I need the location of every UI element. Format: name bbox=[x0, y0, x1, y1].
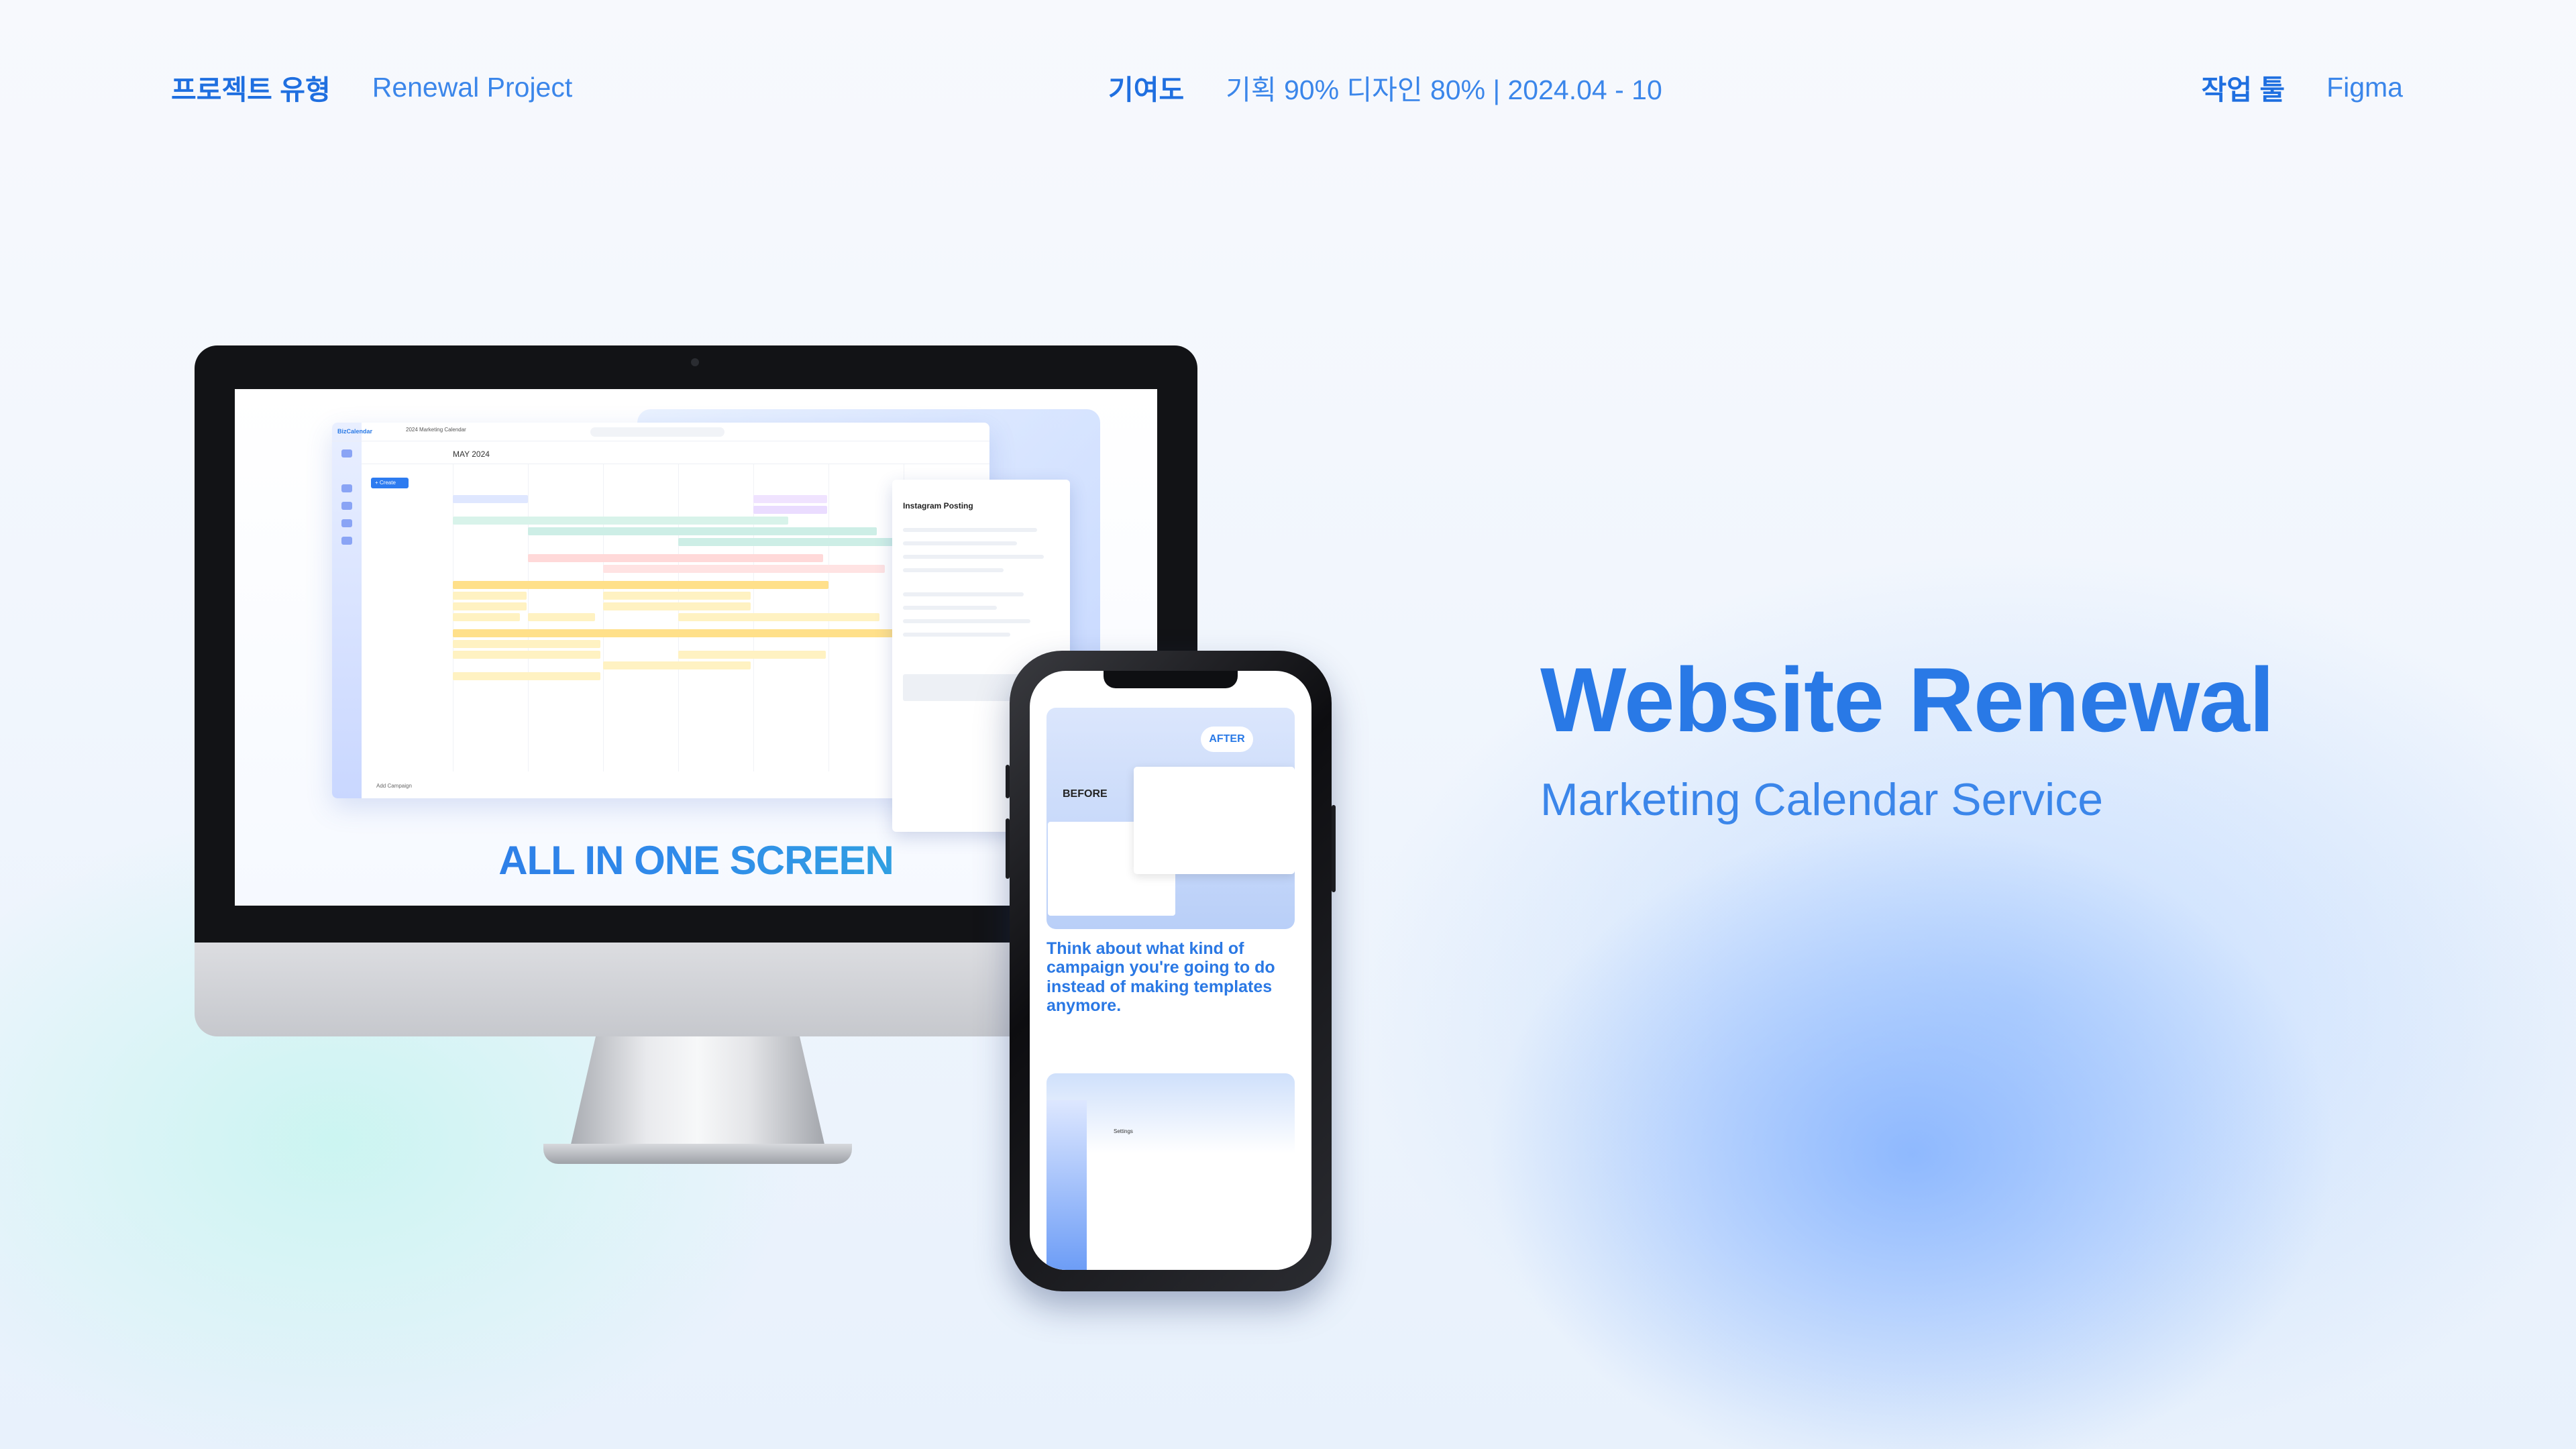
monitor-stand bbox=[570, 1036, 825, 1147]
event-bar[interactable] bbox=[453, 640, 600, 648]
event-bar[interactable] bbox=[603, 565, 885, 573]
event-bar[interactable] bbox=[603, 602, 751, 610]
phone-side-button bbox=[1332, 805, 1336, 892]
app-month-label: MAY 2024 bbox=[453, 449, 490, 459]
settings-sidebar bbox=[1046, 1100, 1087, 1270]
panel-title: Instagram Posting bbox=[903, 501, 973, 511]
hero-title: Website Renewal bbox=[1540, 649, 2275, 751]
event-bar[interactable] bbox=[453, 517, 788, 525]
event-bar[interactable] bbox=[603, 661, 751, 669]
panel-field bbox=[903, 633, 1010, 637]
project-type: 프로젝트 유형 Renewal Project bbox=[171, 67, 572, 107]
before-after-card: BEFORE AFTER bbox=[1046, 708, 1295, 929]
event-bar[interactable] bbox=[528, 613, 595, 621]
project-type-value: Renewal Project bbox=[372, 71, 573, 103]
event-bar[interactable] bbox=[453, 651, 600, 659]
before-label: BEFORE bbox=[1063, 788, 1108, 800]
event-bar[interactable] bbox=[528, 554, 823, 562]
folder-icon[interactable] bbox=[341, 502, 352, 510]
mobile-mockup: BEFORE AFTER Think about what kind of ca… bbox=[1006, 651, 1336, 1291]
panel-field bbox=[903, 528, 1037, 532]
panel-field bbox=[903, 541, 1017, 545]
event-bar[interactable] bbox=[453, 672, 600, 680]
after-badge: AFTER bbox=[1201, 727, 1253, 752]
event-bar[interactable] bbox=[678, 651, 826, 659]
contribution-label: 기여도 bbox=[1108, 74, 1185, 105]
event-bar[interactable] bbox=[753, 495, 827, 503]
event-bar[interactable] bbox=[453, 581, 828, 589]
event-bar[interactable] bbox=[453, 495, 528, 503]
panel-field bbox=[903, 555, 1044, 559]
app-page-title: 2024 Marketing Calendar bbox=[406, 427, 466, 433]
hero-subtitle: Marketing Calendar Service bbox=[1540, 774, 2104, 825]
mobile-screen: BEFORE AFTER Think about what kind of ca… bbox=[1030, 671, 1311, 1270]
panel-field bbox=[903, 619, 1030, 623]
event-bar[interactable] bbox=[603, 592, 751, 600]
panel-field bbox=[903, 568, 1004, 572]
hero: Website Renewal Marketing Calendar Servi… bbox=[1540, 649, 2275, 826]
settings-preview-card: Settings bbox=[1046, 1073, 1295, 1270]
phone-notch bbox=[1104, 671, 1238, 688]
event-bar[interactable] bbox=[678, 538, 920, 546]
panel-field bbox=[903, 606, 997, 610]
mobile-body-text: Think about what kind of campaign you're… bbox=[1046, 939, 1275, 1015]
phone-side-button bbox=[1006, 818, 1010, 879]
app-search-input[interactable] bbox=[590, 427, 724, 437]
event-bar[interactable] bbox=[453, 629, 922, 637]
app-brand: BizCalendar bbox=[337, 428, 373, 435]
app-topbar: BizCalendar 2024 Marketing Calendar bbox=[332, 423, 989, 441]
monitor-base bbox=[543, 1144, 852, 1164]
calendar-app: BizCalendar 2024 Marketing Calendar MAY … bbox=[332, 423, 989, 798]
settings-label: Settings bbox=[1114, 1128, 1133, 1134]
home-icon[interactable] bbox=[341, 449, 352, 458]
after-thumbnail bbox=[1134, 767, 1295, 874]
panel-field bbox=[903, 592, 1024, 596]
contribution: 기여도 기획 90% 디자인 80% | 2024.04 - 10 bbox=[1108, 67, 1662, 107]
work-tools: 작업 툴 Figma bbox=[2202, 67, 2403, 107]
chart-icon[interactable] bbox=[341, 519, 352, 527]
camera-dot bbox=[691, 358, 699, 366]
event-bar[interactable] bbox=[453, 613, 520, 621]
work-tools-value: Figma bbox=[2326, 71, 2403, 103]
event-bar[interactable] bbox=[453, 592, 527, 600]
calendar-icon[interactable] bbox=[341, 484, 352, 492]
phone-side-button bbox=[1006, 765, 1010, 798]
add-campaign-link[interactable]: Add Campaign bbox=[376, 783, 412, 789]
app-sidebar bbox=[332, 423, 362, 798]
event-bar[interactable] bbox=[678, 613, 879, 621]
work-tools-label: 작업 툴 bbox=[2201, 74, 2286, 105]
event-bar[interactable] bbox=[753, 506, 827, 514]
contribution-value: 기획 90% 디자인 80% | 2024.04 - 10 bbox=[1226, 74, 1662, 105]
message-icon[interactable] bbox=[341, 537, 352, 545]
event-bar[interactable] bbox=[528, 527, 877, 535]
event-bar[interactable] bbox=[453, 602, 527, 610]
project-type-label: 프로젝트 유형 bbox=[171, 74, 331, 105]
grid-column bbox=[603, 464, 604, 771]
create-button[interactable]: + Create bbox=[371, 478, 409, 488]
